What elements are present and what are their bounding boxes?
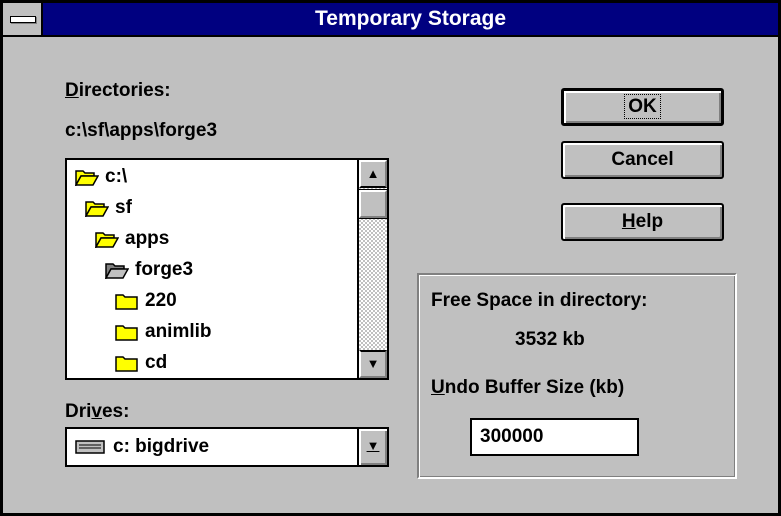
list-item[interactable]: cd [115,350,167,376]
scroll-down-button[interactable]: ▼ [359,350,387,378]
folder-closed-icon [115,325,138,341]
temporary-storage-dialog: Temporary Storage Directories: c:\sf\app… [0,0,781,516]
drives-selected: c: bigdrive [75,429,209,465]
current-directory-path: c:\sf\apps\forge3 [65,120,218,141]
scroll-thumb[interactable] [358,189,388,219]
list-item[interactable]: c:\ [75,164,127,190]
list-item[interactable]: apps [95,226,169,252]
free-space-label: Free Space in directory: [431,290,648,311]
folder-open-icon [95,232,119,248]
drives-dropdown[interactable]: c: bigdrive ▼ [65,427,389,467]
directories-label: Directories: [65,80,171,101]
undo-buffer-size-input[interactable]: 300000 [470,418,639,456]
arrow-up-icon: ▲ [366,166,380,181]
arrow-down-icon: ▼ [366,356,380,371]
scroll-up-button[interactable]: ▲ [359,160,387,188]
dropdown-arrow-button[interactable]: ▼ [357,429,387,465]
list-item[interactable]: 220 [115,288,177,314]
hard-drive-icon [75,440,105,454]
system-menu-icon [10,16,36,23]
list-item[interactable]: sf [85,195,132,221]
directory-list-scrollbar[interactable]: ▲ ▼ [357,160,388,378]
folder-open-icon [75,170,99,186]
list-item[interactable]: animlib [115,319,212,345]
ok-button[interactable]: OK [561,88,724,126]
directory-list[interactable]: c:\ sf apps forge3 220 animlib cd ▲ ▼ [65,158,389,380]
drives-label: Drives: [65,401,130,422]
chevron-down-icon: ▼ [366,438,380,453]
free-space-value: 3532 kb [515,329,585,350]
title-bar[interactable]: Temporary Storage [3,3,778,37]
system-menu-button[interactable] [3,3,43,35]
dialog-body: Directories: c:\sf\apps\forge3 c:\ sf ap… [3,37,778,513]
list-item[interactable]: forge3 [105,257,193,283]
cancel-button[interactable]: Cancel [561,141,724,179]
undo-buffer-label: Undo Buffer Size (kb) [431,377,625,398]
folder-closed-icon [115,294,138,310]
folder-closed-icon [115,356,138,372]
help-button[interactable]: Help [561,203,724,241]
folder-open-icon [85,201,109,217]
folder-open-current-icon [105,263,129,279]
window-title: Temporary Storage [315,7,506,30]
